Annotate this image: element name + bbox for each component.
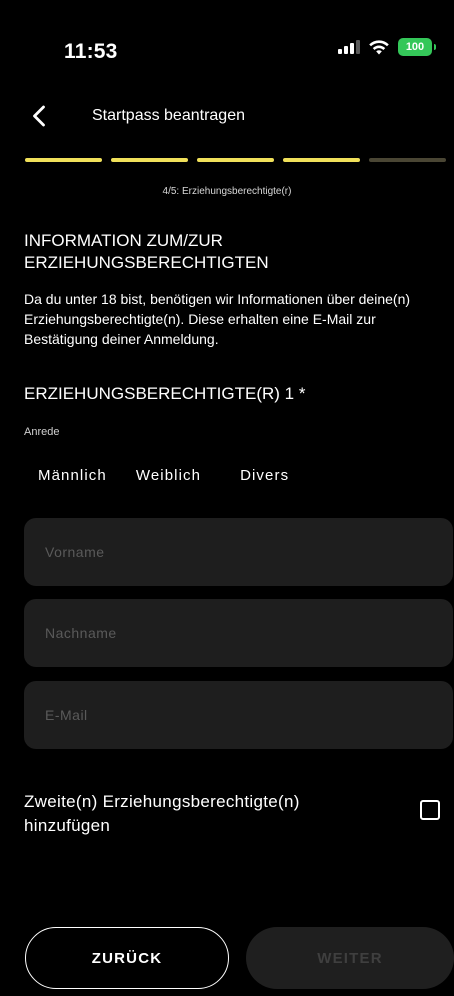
battery-icon: 100 xyxy=(398,38,436,56)
second-guardian-label: Zweite(n) Erziehungsberechtigte(n) hinzu… xyxy=(24,792,300,835)
first-name-field[interactable] xyxy=(24,518,453,586)
progress-step-2 xyxy=(111,158,188,162)
email-input[interactable] xyxy=(43,706,434,724)
progress-step-1 xyxy=(25,158,102,162)
wifi-icon xyxy=(369,40,389,55)
last-name-field[interactable] xyxy=(24,599,453,667)
signal-icon xyxy=(338,40,360,54)
next-step-button[interactable]: WEITER xyxy=(246,927,454,989)
intro-text: Da du unter 18 bist, benötigen wir Infor… xyxy=(24,291,411,347)
back-step-button[interactable]: ZURÜCK xyxy=(25,927,229,989)
status-bar: 11:53 100 xyxy=(0,0,454,90)
last-name-input[interactable] xyxy=(43,624,434,642)
progress-step-5 xyxy=(369,158,446,162)
salutation-label: Anrede xyxy=(24,426,60,438)
guardian-heading: ERZIEHUNGSBERECHTIGTE(R) 1 * xyxy=(24,384,306,403)
chevron-left-icon xyxy=(33,105,45,127)
first-name-input[interactable] xyxy=(43,543,434,561)
section-heading: INFORMATION ZUM/ZUR ERZIEHUNGSBERECHTIGT… xyxy=(24,231,269,272)
back-button[interactable] xyxy=(24,101,54,131)
progress-step-4 xyxy=(283,158,360,162)
salutation-options: Männlich Weiblich Divers xyxy=(38,467,289,484)
second-guardian-checkbox[interactable] xyxy=(420,800,440,820)
header: Startpass beantragen xyxy=(0,95,454,140)
progress-label: 4/5: Erziehungsberechtigte(r) xyxy=(162,186,292,197)
progress-step-3 xyxy=(197,158,274,162)
salutation-option-divers[interactable]: Divers xyxy=(240,467,289,484)
status-icons: 100 xyxy=(338,38,436,56)
email-field[interactable] xyxy=(24,681,453,749)
page-title: Startpass beantragen xyxy=(92,107,245,124)
salutation-option-weiblich[interactable]: Weiblich xyxy=(136,467,201,484)
status-time: 11:53 xyxy=(64,40,118,63)
salutation-option-maennlich[interactable]: Männlich xyxy=(38,467,107,484)
progress-bar xyxy=(25,158,454,164)
